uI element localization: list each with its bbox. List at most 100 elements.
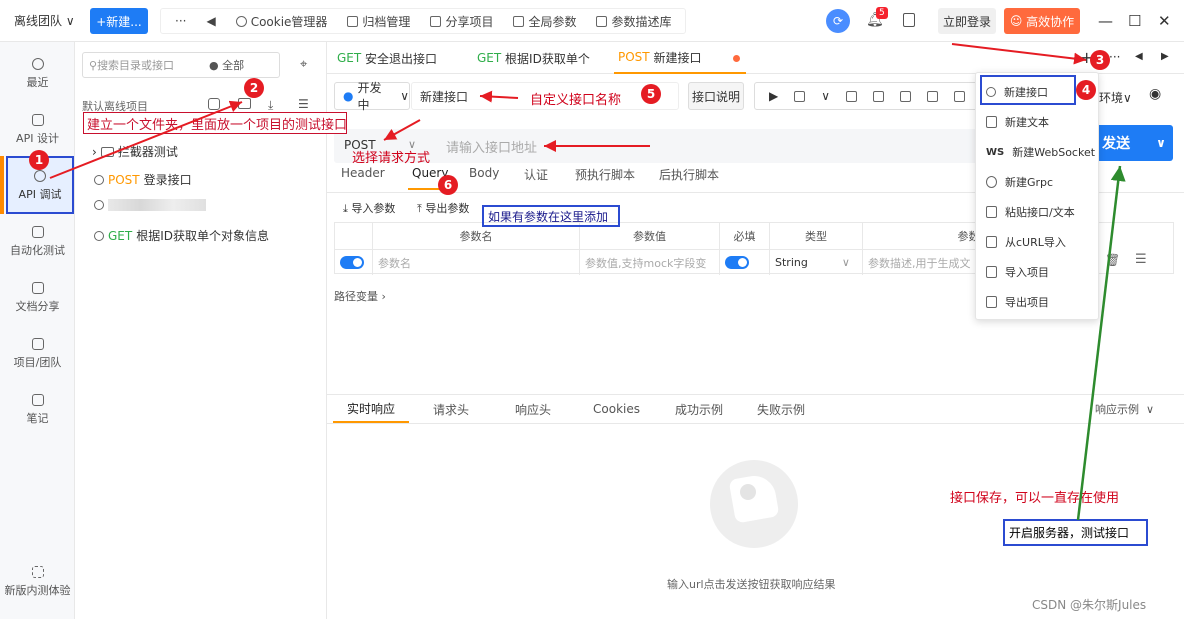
tab-logout[interactable]: GET 安全退出接口 bbox=[337, 42, 469, 74]
nav-auto-test[interactable]: 自动化测试 bbox=[0, 226, 75, 258]
notes-icon[interactable] bbox=[903, 13, 915, 27]
enable-toggle[interactable] bbox=[340, 256, 364, 269]
back-button[interactable]: ◀ bbox=[198, 14, 223, 28]
text-icon bbox=[986, 116, 997, 128]
tab-prev-icon[interactable]: ◀ bbox=[1135, 51, 1143, 62]
tree-item-get-by-id[interactable]: GET 根据ID获取单个对象信息 bbox=[94, 227, 269, 244]
menu-icon[interactable]: ☰ bbox=[1135, 252, 1147, 267]
param-value-input[interactable]: 参数值,支持mock字段变 bbox=[580, 249, 720, 275]
paste-icon bbox=[986, 206, 997, 218]
grpc-icon bbox=[986, 176, 997, 188]
chevron-down-icon[interactable]: ∨ bbox=[1156, 136, 1166, 150]
tab-body[interactable]: Body bbox=[469, 166, 499, 190]
step-5-badge: 5 bbox=[641, 84, 661, 104]
nav-project-team[interactable]: 项目/团队 bbox=[0, 338, 75, 370]
menu-new-grpc[interactable]: 新建Grpc bbox=[984, 169, 1092, 195]
menu-new-websocket[interactable]: WS 新建WebSocket bbox=[984, 139, 1095, 165]
tab-request-headers[interactable]: 请求头 bbox=[433, 395, 469, 423]
menu-paste[interactable]: 粘贴接口/文本 bbox=[984, 199, 1092, 225]
required-toggle[interactable] bbox=[725, 256, 749, 269]
redacted-label bbox=[108, 199, 206, 211]
api-doc-button[interactable]: 接口说明 bbox=[688, 82, 744, 110]
url-input[interactable]: 请输入接口地址 bbox=[446, 137, 537, 156]
tree-item-blurred[interactable] bbox=[94, 199, 206, 211]
annotation-save-tip: 接口保存，可以一直存在使用 bbox=[950, 491, 1120, 506]
empty-response-text: 输入url点击发送按钮获取响应结果 bbox=[667, 578, 836, 591]
tab-live-response[interactable]: 实时响应 bbox=[333, 395, 409, 423]
env-select[interactable]: 环境∨ bbox=[1099, 89, 1132, 106]
param-name-input[interactable]: 参数名 bbox=[373, 249, 580, 275]
tab-header[interactable]: Header bbox=[341, 166, 385, 190]
type-select[interactable]: String ∨ bbox=[770, 249, 863, 275]
import-icon[interactable]: ⤓ bbox=[268, 98, 273, 113]
delete-icon[interactable]: 🗑︎ bbox=[1105, 253, 1120, 267]
nav-api-design[interactable]: API 设计 bbox=[0, 114, 75, 146]
tab-auth[interactable]: 认证 bbox=[524, 166, 548, 190]
share-icon bbox=[430, 15, 442, 27]
path-variables[interactable]: 路径变量 › bbox=[334, 288, 386, 304]
list-icon[interactable]: ☰ bbox=[298, 97, 309, 111]
code-icon[interactable] bbox=[900, 90, 912, 102]
tab-new-api[interactable]: POST 新建接口 bbox=[614, 42, 746, 74]
tab-more-icon[interactable]: ··· bbox=[1109, 50, 1120, 64]
run-icon[interactable]: ▶ bbox=[769, 89, 778, 103]
new-button[interactable]: +新建... bbox=[90, 8, 148, 34]
archive-manager[interactable]: 归档管理 bbox=[339, 13, 418, 30]
edit-icon[interactable] bbox=[927, 90, 939, 102]
tab-success-example[interactable]: 成功示例 bbox=[675, 395, 723, 423]
nav-beta[interactable]: 新版内测体验 bbox=[0, 566, 75, 598]
tab-get-by-id[interactable]: GET 根据ID获取单个 bbox=[477, 42, 607, 74]
nav-doc-share[interactable]: 文档分享 bbox=[0, 282, 75, 314]
nav-recent[interactable]: 最近 bbox=[0, 58, 75, 90]
more-button[interactable]: ··· bbox=[167, 14, 194, 28]
collab-button[interactable]: ☺ 高效协作 bbox=[1004, 8, 1080, 34]
folder-icon bbox=[100, 146, 114, 157]
sync-icon[interactable]: ⟳ bbox=[826, 9, 850, 33]
step-6-badge: 6 bbox=[438, 175, 458, 195]
menu-curl-import[interactable]: 从cURL导入 bbox=[984, 229, 1092, 255]
global-params[interactable]: 全局参数 bbox=[505, 13, 584, 30]
preview-icon[interactable] bbox=[794, 90, 806, 102]
menu-import-project[interactable]: 导入项目 bbox=[984, 259, 1092, 285]
lock-icon[interactable] bbox=[846, 90, 858, 102]
eye-icon[interactable]: ◉ bbox=[1149, 86, 1161, 102]
search-input[interactable]: ⚲ 搜索目录或接口 ● 全部 bbox=[82, 52, 280, 78]
copy-icon[interactable] bbox=[873, 90, 885, 102]
param-desc-lib[interactable]: 参数描述库 bbox=[588, 13, 679, 30]
save-icon[interactable] bbox=[954, 90, 966, 102]
tab-response-headers[interactable]: 响应头 bbox=[515, 395, 551, 423]
empty-state-icon bbox=[710, 460, 798, 548]
import-params-button[interactable]: ⤓ 导入参数 bbox=[343, 200, 395, 216]
tab-pre-script[interactable]: 预执行脚本 bbox=[575, 166, 635, 190]
locate-icon[interactable]: ⌖ bbox=[300, 57, 307, 72]
minimize-icon[interactable]: — bbox=[1098, 12, 1113, 30]
export-params-button[interactable]: ⤒ 导出参数 bbox=[417, 200, 469, 216]
maximize-icon[interactable]: ☐ bbox=[1128, 12, 1141, 30]
close-icon[interactable]: ✕ bbox=[1158, 12, 1171, 30]
send-button[interactable]: 发送 ∨ bbox=[1095, 125, 1173, 161]
tab-fail-example[interactable]: 失败示例 bbox=[757, 395, 805, 423]
nav-notes[interactable]: 笔记 bbox=[0, 394, 75, 426]
cookie-manager[interactable]: Cookie管理器 bbox=[228, 13, 336, 30]
tab-cookies[interactable]: Cookies bbox=[593, 395, 640, 423]
tree-folder-interceptor[interactable]: › 拦截器测试 bbox=[92, 143, 178, 160]
chevron-down-icon[interactable]: ∨ bbox=[821, 89, 830, 103]
response-example-select[interactable]: 响应示例 ∨ bbox=[1095, 395, 1154, 423]
team-selector[interactable]: 离线团队 ∨ bbox=[14, 12, 75, 29]
tab-post-script[interactable]: 后执行脚本 bbox=[659, 166, 719, 190]
row-toggle[interactable] bbox=[335, 249, 373, 275]
annotation-name-tip: 自定义接口名称 bbox=[530, 93, 622, 108]
share-project[interactable]: 分享项目 bbox=[422, 13, 501, 30]
required-toggle-cell[interactable] bbox=[720, 249, 770, 275]
filter-select[interactable]: ● 全部 bbox=[209, 57, 244, 73]
login-button[interactable]: 立即登录 bbox=[938, 8, 996, 34]
status-select[interactable]: ● 开发中 ∨ bbox=[334, 81, 410, 112]
beta-icon bbox=[31, 566, 44, 578]
add-api-icon[interactable] bbox=[208, 98, 220, 110]
tab-next-icon[interactable]: ▶ bbox=[1161, 51, 1169, 62]
menu-export-project[interactable]: 导出项目 bbox=[984, 289, 1092, 315]
menu-new-text[interactable]: 新建文本 bbox=[984, 109, 1092, 135]
tree-item-login[interactable]: POST 登录接口 bbox=[94, 171, 192, 188]
folder-icon bbox=[31, 338, 44, 350]
new-folder-icon[interactable] bbox=[238, 98, 251, 109]
